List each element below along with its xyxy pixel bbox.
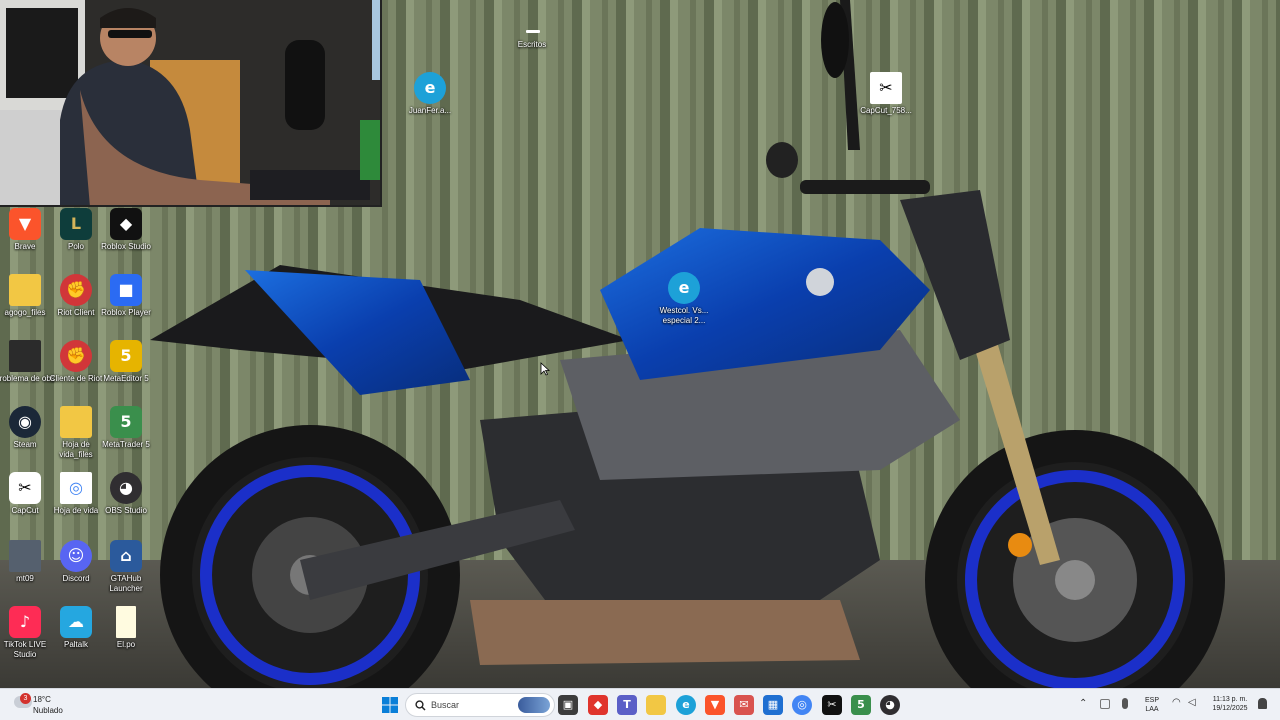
taskbar: 3 18°C Nublado Buscar ▣ ◆ T e ▼ ✉ ▦ ◎ ✂ … — [0, 688, 1280, 720]
taskbar-metatrader[interactable]: 5 — [851, 695, 871, 715]
wifi-icon[interactable]: ◠ — [1172, 697, 1181, 708]
desktop-icon-escritos[interactable]: Escritos — [501, 24, 563, 50]
search-placeholder: Buscar — [431, 700, 460, 710]
volume-icon[interactable]: ◁ — [1188, 697, 1196, 708]
riot-icon: ✊ — [60, 274, 92, 306]
tray-overflow-chevron-icon[interactable]: ⌃ — [1079, 698, 1087, 709]
weather-widget[interactable]: 3 18°C Nublado — [10, 692, 90, 718]
chrome-icon: ◎ — [60, 472, 92, 504]
chrome-icon: ◎ — [797, 698, 807, 711]
anydesk-icon: ◆ — [593, 698, 603, 711]
mail-icon: ✉ — [739, 698, 749, 711]
taskbar-brave[interactable]: ▼ — [705, 695, 725, 715]
desktop-icon-label: JuanFer.a... — [408, 106, 452, 115]
desktop-icon-label: MetaEditor 5 — [103, 374, 149, 383]
taskbar-edge[interactable]: e — [676, 695, 696, 715]
obs-icon: ◕ — [885, 698, 895, 711]
keyboard-layout: LAA — [1145, 706, 1159, 713]
taskbar-teams[interactable]: T — [617, 695, 637, 715]
webcam-overlay — [0, 0, 382, 207]
file-icon — [9, 340, 41, 372]
capcut-icon: ✂ — [870, 72, 902, 104]
desktop-icon-el-po[interactable]: El.po — [95, 606, 157, 650]
clock-time: 11:13 p. m. — [1212, 696, 1248, 703]
capcut-icon: ✂ — [827, 698, 837, 711]
taskbar-obs[interactable]: ◕ — [880, 695, 900, 715]
steam-icon: ◉ — [9, 406, 41, 438]
riot-icon: ✊ — [60, 340, 92, 372]
start-button[interactable] — [380, 695, 400, 715]
teams-icon: T — [623, 698, 631, 711]
desktop-icon-label: El.po — [116, 640, 136, 649]
desktop-icon-label: CapCut_758... — [860, 106, 912, 115]
desktop-icon-roblox-studio[interactable]: ◆ Roblox Studio — [95, 208, 157, 252]
discord-icon: ☺ — [60, 540, 92, 572]
roblox-icon: ■ — [110, 274, 142, 306]
desktop-icon-label: OBS Studio — [105, 506, 147, 515]
tiktok-icon: ♪ — [9, 606, 41, 638]
taskbar-chrome[interactable]: ◎ — [792, 695, 812, 715]
weather-temperature: 18°C — [33, 695, 51, 704]
desktop-icon-label: Escritos — [517, 40, 547, 49]
clock-date: 19/12/2025 — [1212, 705, 1248, 712]
brave-icon: ▼ — [710, 698, 720, 711]
paltalk-icon: ☁ — [60, 606, 92, 638]
text-file-icon — [116, 606, 136, 638]
metatrader-icon: 5 — [110, 406, 142, 438]
roblox-studio-icon: ◆ — [110, 208, 142, 240]
desktop-icon-juanfer[interactable]: e JuanFer.a... — [399, 72, 461, 116]
task-view-icon: ▣ — [562, 698, 574, 711]
desktop-icon-westcol[interactable]: e Westcol. Vs... especial 2... — [652, 272, 716, 326]
notification-bell-icon[interactable] — [1258, 698, 1267, 709]
clock[interactable]: 11:13 p. m. 19/12/2025 — [1206, 695, 1254, 713]
store-icon: ▦ — [767, 698, 779, 711]
edge-icon: e — [414, 72, 446, 104]
desktop-icon-label: GTAHub Launcher — [109, 574, 143, 593]
search-icon — [415, 700, 426, 711]
desktop-icon-obs-studio[interactable]: ◕ OBS Studio — [95, 472, 157, 516]
text-file-icon — [516, 24, 548, 38]
mouse-cursor-icon — [540, 362, 550, 376]
desktop-icon-label: Roblox Studio — [101, 242, 151, 251]
obs-icon: ◕ — [110, 472, 142, 504]
notification-badge: 3 — [20, 693, 31, 704]
desktop-icon-label: Westcol. Vs... especial 2... — [659, 306, 709, 325]
desktop-icon-label: MetaTrader 5 — [102, 440, 150, 449]
edge-icon: e — [668, 272, 700, 304]
desktop-icon-gtahub-launcher[interactable]: ⌂ GTAHub Launcher — [95, 540, 157, 594]
image-file-icon — [9, 540, 41, 572]
folder-icon — [60, 406, 92, 438]
search-highlight-image — [518, 697, 550, 713]
capcut-icon: ✂ — [9, 472, 41, 504]
language-code: ESP — [1144, 697, 1159, 704]
taskbar-anydesk[interactable]: ◆ — [588, 695, 608, 715]
webcam-feed-image — [0, 0, 380, 205]
desktop-icon-roblox-player[interactable]: ■ Roblox Player — [95, 274, 157, 318]
edge-icon: e — [682, 698, 690, 711]
desktop-icon-metaeditor-5[interactable]: 5 MetaEditor 5 — [95, 340, 157, 384]
metatrader-icon: 5 — [857, 698, 865, 711]
taskbar-task-view[interactable]: ▣ — [558, 695, 578, 715]
brave-icon: ▼ — [9, 208, 41, 240]
start-icon — [382, 697, 398, 713]
taskbar-search[interactable]: Buscar — [405, 693, 555, 717]
gtahub-icon: ⌂ — [110, 540, 142, 572]
metaeditor-icon: 5 — [110, 340, 142, 372]
microphone-icon[interactable] — [1122, 698, 1128, 709]
taskbar-mail[interactable]: ✉ — [734, 695, 754, 715]
desktop-icon-label: Roblox Player — [101, 308, 151, 317]
league-icon: L — [60, 208, 92, 240]
taskbar-store[interactable]: ▦ — [763, 695, 783, 715]
tray-app-icon[interactable] — [1100, 699, 1110, 709]
language-indicator[interactable]: ESP LAA — [1140, 696, 1164, 714]
taskbar-file-explorer[interactable] — [646, 695, 666, 715]
desktop-icon-capcut-758[interactable]: ✂ CapCut_758... — [855, 72, 917, 116]
desktop-icon-metatrader-5[interactable]: 5 MetaTrader 5 — [95, 406, 157, 450]
folder-icon — [9, 274, 41, 306]
taskbar-capcut[interactable]: ✂ — [822, 695, 842, 715]
weather-description: Nublado — [33, 706, 63, 715]
